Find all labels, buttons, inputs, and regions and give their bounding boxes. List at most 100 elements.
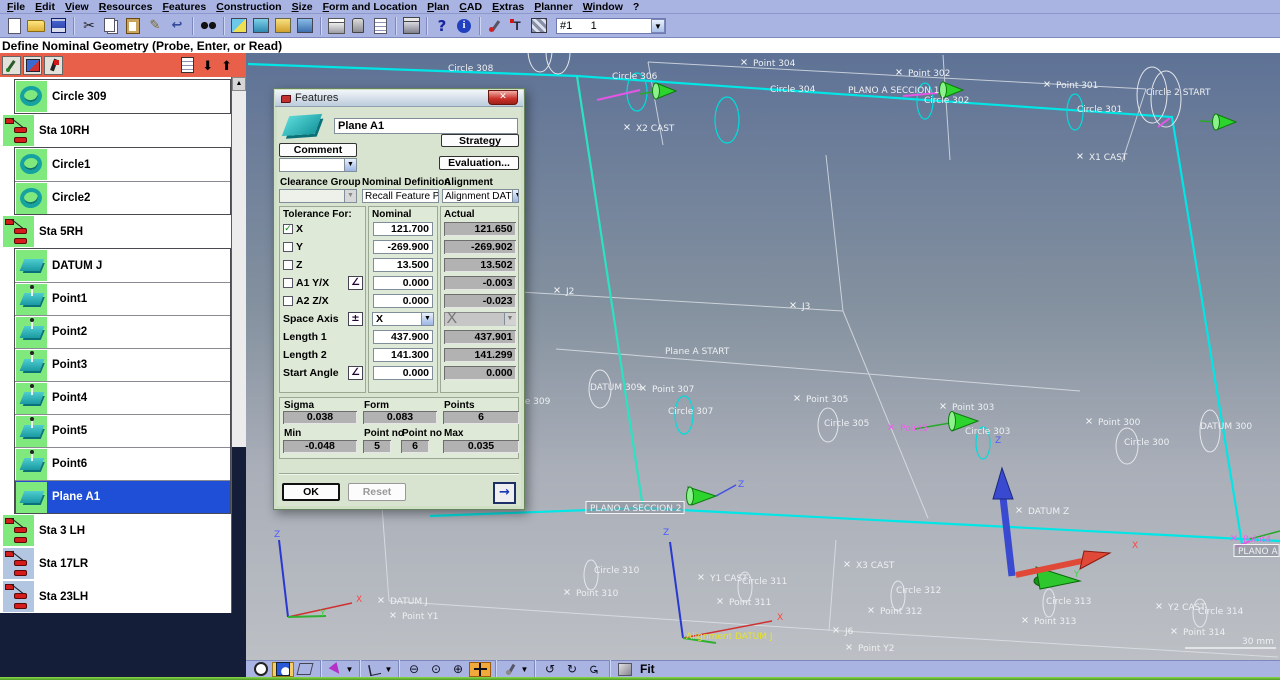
box-view-icon[interactable] xyxy=(294,662,316,677)
feature-item-circle2[interactable]: Circle2 xyxy=(15,181,230,214)
probe-icon[interactable] xyxy=(484,16,506,35)
menu-window[interactable]: Window xyxy=(578,1,628,13)
zoom-in-icon[interactable]: ⊕ xyxy=(447,662,469,677)
menu-file[interactable]: File xyxy=(2,1,30,13)
tolerance-check-a2-z-x[interactable] xyxy=(283,296,293,306)
pan-icon[interactable] xyxy=(469,662,491,677)
cut-icon[interactable]: ✂ xyxy=(78,16,100,35)
print-icon[interactable] xyxy=(325,16,347,35)
feature-item-circle1[interactable]: Circle1 xyxy=(15,148,230,181)
feature-item-sta-3-lh[interactable]: Sta 3 LH xyxy=(0,514,231,547)
feature-item-point3[interactable]: Point3 xyxy=(15,348,230,381)
save-icon[interactable] xyxy=(47,16,69,35)
menu-cad[interactable]: CAD xyxy=(454,1,487,13)
rotate-3d-icon[interactable]: ↻ xyxy=(561,662,583,677)
report-icon[interactable] xyxy=(181,57,194,73)
scroll-up-icon[interactable]: ▲ xyxy=(232,77,246,91)
chevron-down-icon[interactable]: ▼ xyxy=(651,19,665,33)
nominal-start-angle-input[interactable]: 0.000 xyxy=(373,366,433,380)
feature-item-sta-10rh[interactable]: Sta 10RH xyxy=(0,114,231,147)
evaluation-button[interactable]: Evaluation... xyxy=(439,156,519,170)
probe-mode-icon[interactable] xyxy=(2,56,21,75)
format-brush-icon[interactable]: ✎ xyxy=(144,16,166,35)
tolerance-check-z[interactable] xyxy=(283,260,293,270)
probe-selector-combo[interactable]: #1 1 ▼ xyxy=(556,18,666,34)
feature-item-sta-17lr[interactable]: Sta 17LR xyxy=(0,547,231,580)
new-document-icon[interactable] xyxy=(3,16,25,35)
shaded-view-icon[interactable] xyxy=(272,662,294,677)
menu-features[interactable]: Features xyxy=(157,1,211,13)
move-down-icon[interactable]: ⬇ xyxy=(202,59,213,72)
close-icon[interactable]: ✕ xyxy=(488,90,518,105)
feature-item-point2[interactable]: Point2 xyxy=(15,315,230,348)
menu-planner[interactable]: Planner xyxy=(529,1,578,13)
plus-minus-icon[interactable]: ± xyxy=(348,312,363,326)
ok-button[interactable]: OK xyxy=(282,483,340,501)
select-arrow-icon[interactable] xyxy=(325,662,347,677)
feature-item-point1[interactable]: Point1 xyxy=(15,282,230,315)
menu-construction[interactable]: Construction xyxy=(211,1,286,13)
find-icon[interactable] xyxy=(197,16,219,35)
feature-item-point4[interactable]: Point4 xyxy=(15,381,230,414)
info-icon[interactable] xyxy=(453,16,475,35)
feature-item-datum-j[interactable]: DATUM J xyxy=(15,249,230,282)
menu-extras[interactable]: Extras xyxy=(487,1,529,13)
feature-name-input[interactable]: Plane A1 xyxy=(334,118,518,134)
probe-change-icon[interactable] xyxy=(44,56,63,75)
fit-button[interactable]: Fit xyxy=(636,662,659,677)
nominal-space-axis-dropdown[interactable]: X▼ xyxy=(372,312,434,326)
menu-view[interactable]: View xyxy=(60,1,94,13)
feature-item-sta-5rh[interactable]: Sta 5RH xyxy=(0,215,231,248)
nominal-y-input[interactable]: -269.900 xyxy=(373,240,433,254)
nominal-length-1-input[interactable]: 437.900 xyxy=(373,330,433,344)
feature-item-circle-309[interactable]: Circle 309 xyxy=(15,80,230,113)
wireframe-circle-view-icon[interactable] xyxy=(250,662,272,677)
paste-icon[interactable] xyxy=(122,16,144,35)
nominal-x-input[interactable]: 121.700 xyxy=(373,222,433,236)
menu-size[interactable]: Size xyxy=(287,1,318,13)
move-up-icon[interactable]: ⬆ xyxy=(221,59,232,72)
feature-window-icon[interactable] xyxy=(228,16,250,35)
print-report-icon[interactable] xyxy=(400,16,422,35)
feature-item-point5[interactable]: Point5 xyxy=(15,414,230,447)
angle-icon[interactable]: ∠ xyxy=(348,366,363,380)
menu-form-and-location[interactable]: Form and Location xyxy=(318,1,423,13)
tolerance-check-a1-y-x[interactable] xyxy=(283,278,293,288)
menu-plan[interactable]: Plan xyxy=(422,1,454,13)
alignment-dropdown[interactable]: Alignment DAT▼ xyxy=(442,189,519,203)
nominal-definition-dropdown[interactable]: Recall Feature P▼ xyxy=(362,189,439,203)
next-feature-button[interactable]: → xyxy=(493,482,516,504)
probe-display-icon[interactable] xyxy=(500,662,522,677)
reset-button[interactable]: Reset xyxy=(348,483,406,501)
tolerance-check-x[interactable]: ✓ xyxy=(283,224,293,234)
cad-model-icon[interactable] xyxy=(23,56,42,75)
feature-list-scrollbar[interactable]: ▲ xyxy=(232,77,246,447)
clearance-group-dropdown[interactable]: ▼ xyxy=(279,189,357,203)
delete-icon[interactable] xyxy=(347,16,369,35)
comment-button[interactable]: Comment xyxy=(279,143,357,157)
probe-change-icon[interactable]: T xyxy=(506,16,528,35)
angle-icon[interactable]: ∠ xyxy=(348,276,363,290)
nominal-z-input[interactable]: 13.500 xyxy=(373,258,433,272)
rotate-horizontal-icon[interactable]: ↺ xyxy=(539,662,561,677)
strategy-button[interactable]: Strategy xyxy=(441,134,519,147)
nominal-length-2-input[interactable]: 141.300 xyxy=(373,348,433,362)
feature-item-sta-23lh[interactable]: Sta 23LH xyxy=(0,580,231,613)
undo-icon[interactable]: ↩ xyxy=(166,16,188,35)
report-icon[interactable] xyxy=(369,16,391,35)
menu-[interactable]: ? xyxy=(628,1,644,13)
feature-item-plane-a1[interactable]: Plane A1 xyxy=(15,480,230,513)
menu-resources[interactable]: Resources xyxy=(94,1,158,13)
dialog-titlebar[interactable]: Features xyxy=(275,90,523,107)
copy-icon[interactable] xyxy=(100,16,122,35)
nominal-a1-y-x-input[interactable]: 0.000 xyxy=(373,276,433,290)
zoom-out-icon[interactable]: ⊖ xyxy=(403,662,425,677)
zoom-window-icon[interactable]: ⊙ xyxy=(425,662,447,677)
probe-data-icon[interactable] xyxy=(294,16,316,35)
feature-item-point6[interactable]: Point6 xyxy=(15,447,230,480)
cad-view-icon[interactable] xyxy=(528,16,550,35)
solid-view-icon[interactable] xyxy=(614,662,636,677)
part-program-icon[interactable] xyxy=(272,16,294,35)
vector-display-icon[interactable] xyxy=(364,662,386,677)
help-icon[interactable]: ? xyxy=(431,16,453,35)
